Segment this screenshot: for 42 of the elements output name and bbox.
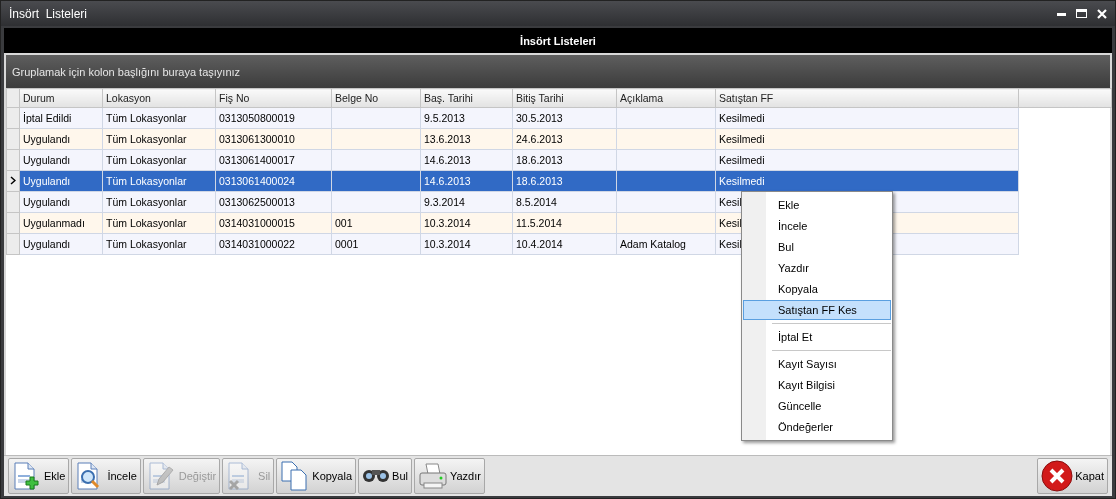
menu-item[interactable]: Kayıt Sayısı	[743, 354, 891, 374]
menu-item[interactable]: İptal Et	[743, 327, 891, 347]
menu-item[interactable]: Kayıt Bilgisi	[743, 375, 891, 395]
toolbar-button[interactable]: İncele	[71, 458, 141, 494]
menu-item[interactable]: Bul	[743, 237, 891, 257]
row-indicator[interactable]	[6, 170, 20, 192]
toolbar-button[interactable]: Ekle	[8, 458, 70, 494]
close-button[interactable]: Kapat	[1037, 458, 1108, 494]
panel-title: İnsört Listeleri	[520, 34, 596, 47]
menu-item[interactable]: Satıştan FF Kes	[743, 300, 891, 320]
printer-icon	[417, 461, 448, 491]
menu-item[interactable]: Güncelle	[743, 396, 891, 416]
close-icon	[1041, 460, 1074, 492]
column-header[interactable]: Lokasyon	[102, 88, 216, 108]
document-plus-icon	[12, 461, 42, 491]
toolbar-button[interactable]: Kopyala	[276, 458, 357, 494]
window-title: İnsört Listeleri	[9, 6, 88, 21]
menu-item[interactable]: Yazdır	[743, 258, 891, 278]
binoculars-icon	[362, 469, 391, 483]
table-cell: Kesilmedi	[715, 128, 1019, 150]
column-header[interactable]: Fiş No	[215, 88, 332, 108]
column-header[interactable]: Satıştan FF	[715, 88, 1019, 108]
menu-item[interactable]: Öndeğerler	[743, 417, 891, 437]
chevron-icon	[10, 176, 16, 185]
column-header[interactable]: Açıklama	[616, 88, 716, 108]
close-icon[interactable]	[1097, 8, 1107, 19]
table-cell: Kesilmedi	[715, 107, 1019, 129]
menu-item[interactable]: Kopyala	[743, 279, 891, 299]
menu-item[interactable]: Ekle	[743, 195, 891, 215]
column-header[interactable]: Baş. Tarihi	[420, 88, 513, 108]
minimize-icon[interactable]	[1057, 11, 1066, 16]
column-header[interactable]: Bitiş Tarihi	[512, 88, 617, 108]
table-cell: Kesilmedi	[715, 170, 1019, 192]
row-header	[6, 88, 20, 108]
toolbar-button[interactable]: Yazdır	[413, 458, 485, 494]
group-hint: Gruplamak için kolon başlığını buraya taşıyınız	[12, 65, 241, 78]
maximize-icon[interactable]	[1076, 9, 1087, 18]
column-header[interactable]: Durum	[19, 88, 103, 108]
toolbar-button[interactable]: Bul	[358, 458, 412, 494]
column-header[interactable]: Belge No	[331, 88, 421, 108]
menu-item[interactable]: İncele	[743, 216, 891, 236]
table-cell: Kesilmedi	[715, 149, 1019, 171]
